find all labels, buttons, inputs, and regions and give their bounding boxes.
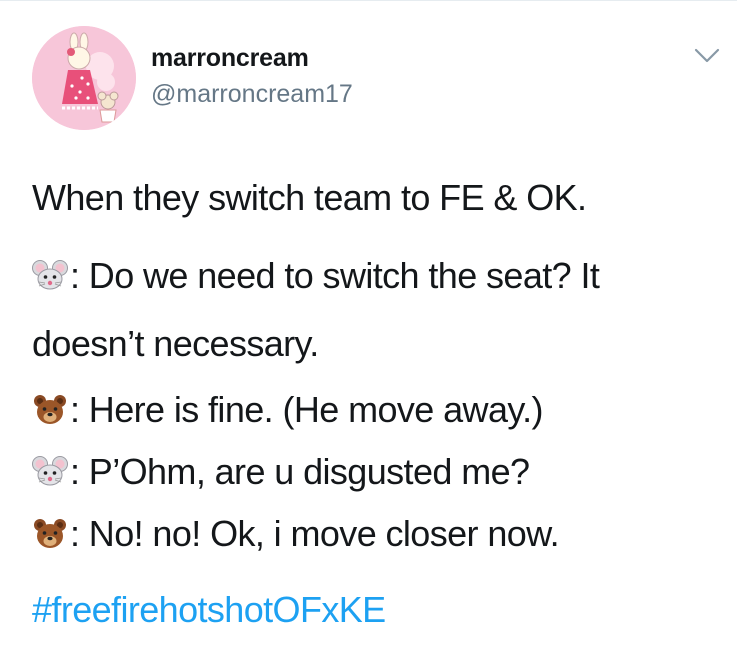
tweet-line-text: : No! no! Ok, i move closer now. <box>70 513 560 554</box>
mouse-face-icon <box>32 260 68 290</box>
tweet-line-text: : Here is fine. (He move away.) <box>70 389 543 430</box>
tweet-line: : Do we need to switch the seat? It <box>32 255 600 296</box>
avatar-illustration <box>32 26 136 130</box>
tweet-line: : P’Ohm, are u disgusted me? <box>32 451 530 492</box>
bear-face-icon <box>34 519 66 548</box>
tweet-line: When they switch team to FE & OK. <box>32 177 587 218</box>
tweet-line-text: : Do we need to switch the seat? It <box>70 255 600 296</box>
bear-face-icon <box>34 395 66 424</box>
tweet-line-text: When they switch team to FE & OK. <box>32 177 587 218</box>
hashtag-link[interactable]: #freefirehotshotOFxKE <box>32 590 386 630</box>
tweet-line: : Here is fine. (He move away.) <box>32 390 543 430</box>
avatar[interactable] <box>32 26 136 130</box>
tweet-line: : No! no! Ok, i move closer now. <box>32 513 560 554</box>
top-divider <box>0 0 737 1</box>
tweet-line-text: : P’Ohm, are u disgusted me? <box>70 451 530 492</box>
tweet-line-text: doesn’t necessary. <box>32 323 319 364</box>
author-display-name[interactable]: marroncream <box>151 44 309 73</box>
author-handle[interactable]: @marroncream17 <box>151 80 353 109</box>
mouse-face-icon <box>32 456 68 486</box>
chevron-down-icon[interactable] <box>694 48 720 64</box>
tweet-line: doesn’t necessary. <box>32 324 319 364</box>
